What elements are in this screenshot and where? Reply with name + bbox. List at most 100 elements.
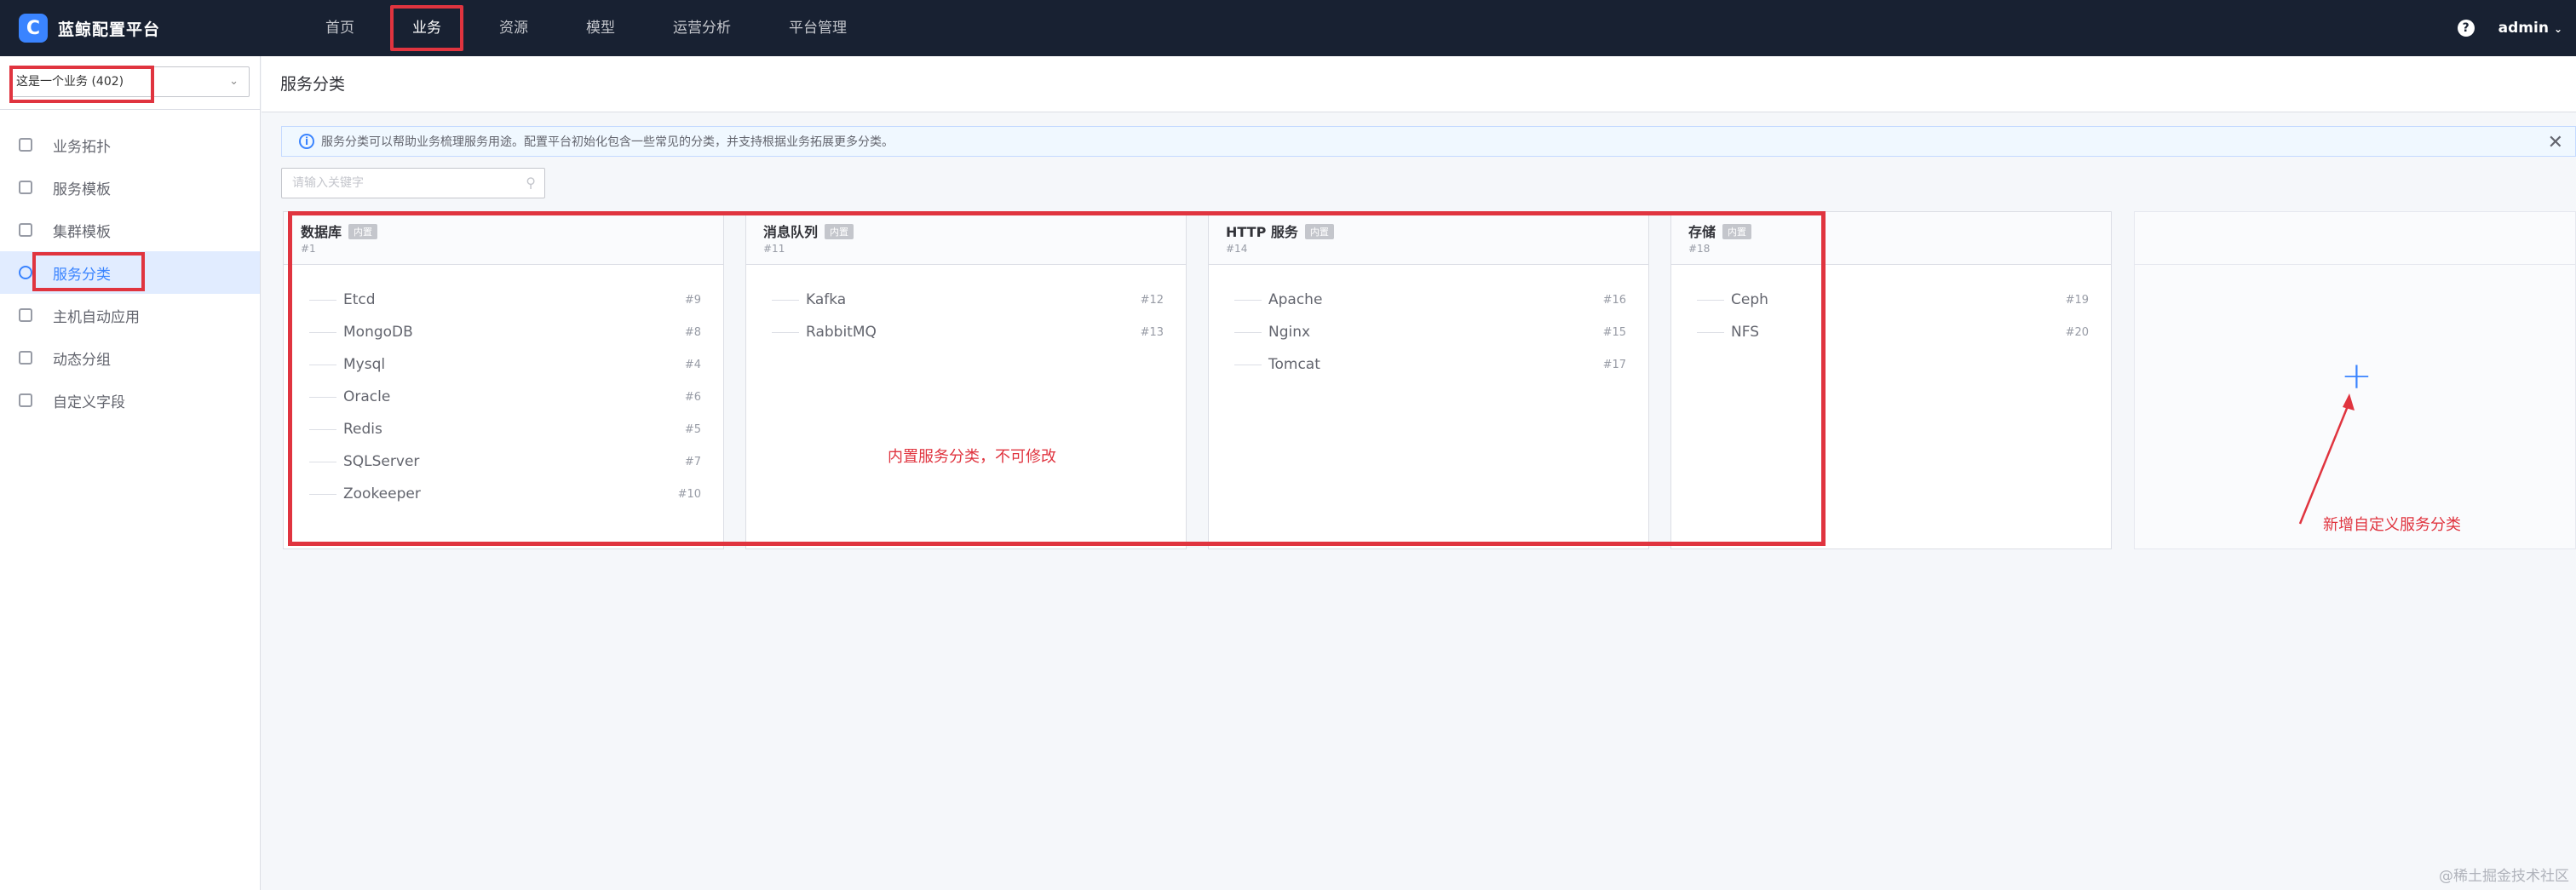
logo-icon: C <box>19 14 48 43</box>
sidebar-item-label: 动态分组 <box>53 351 111 369</box>
category-id: #1 <box>301 243 316 255</box>
subcategory-item: Ceph #19 <box>1693 284 2089 316</box>
service-template-icon <box>19 181 32 194</box>
subcategory-item: RabbitMQ #13 <box>768 316 1164 348</box>
subcategory-item: MongoDB #8 <box>306 316 701 348</box>
sidebar-item-label: 服务模板 <box>53 181 111 198</box>
sidebar-item[interactable]: 服务分类 <box>0 251 260 294</box>
cluster-template-icon <box>19 223 32 237</box>
category-card-body: Apache #16 Nginx #15 Tomcat #17 <box>1209 265 1648 381</box>
subcategory-id: #12 <box>1140 293 1164 307</box>
sidebar-item[interactable]: 动态分组 <box>0 336 260 379</box>
category-name: 数据库 <box>301 224 342 240</box>
subcategory-item: Redis #5 <box>306 413 701 445</box>
sidebar-item[interactable]: 服务模板 <box>0 166 260 209</box>
category-card: 数据库 内置 #1 Etcd #9 MongoDB #8 Mysql #4 Oracle #6 Red… <box>283 211 724 549</box>
subcategory-id: #17 <box>1602 358 1626 371</box>
subcategory-item: Zookeeper #10 <box>306 478 701 510</box>
host-auto-apply-icon <box>19 308 32 322</box>
subcategory-name: NFS <box>1731 324 1759 341</box>
business-selector-value: 这是一个业务 (402) <box>16 75 124 89</box>
alert-text: 服务分类可以帮助业务梳理服务用途。配置平台初始化包含一些常见的分类，并支持根据业… <box>321 135 894 149</box>
subcategory-item: Tomcat #17 <box>1231 348 1626 381</box>
category-card-body: Kafka #12 RabbitMQ #13 <box>746 265 1186 348</box>
subcategory-name: Apache <box>1268 291 1323 308</box>
chevron-down-icon: ⌄ <box>229 75 239 88</box>
subcategory-item: NFS #20 <box>1693 316 2089 348</box>
sidebar-item[interactable]: 自定义字段 <box>0 379 260 422</box>
builtin-badge: 内置 <box>1722 224 1752 239</box>
subcategory-name: Ceph <box>1731 291 1768 308</box>
add-annotation: 新增自定义服务分类 <box>2323 516 2461 534</box>
plus-icon[interactable]: + <box>2341 358 2372 395</box>
page-header: 服务分类 <box>262 56 2576 112</box>
sidebar-item[interactable]: 集群模板 <box>0 209 260 251</box>
nav-item[interactable]: 平台管理 <box>760 0 876 56</box>
custom-field-icon <box>19 393 32 407</box>
category-id: #11 <box>763 243 785 255</box>
user-name: admin <box>2498 20 2549 37</box>
subcategory-item: Mysql #4 <box>306 348 701 381</box>
nav-item[interactable]: 资源 <box>470 0 557 56</box>
sidebar-item-label: 自定义字段 <box>53 393 125 411</box>
subcategory-item: Etcd #9 <box>306 284 701 316</box>
subcategory-item: Kafka #12 <box>768 284 1164 316</box>
business-selector[interactable]: 这是一个业务 (402) ⌄ <box>9 66 250 103</box>
category-card-body: Etcd #9 MongoDB #8 Mysql #4 Oracle #6 Redis #5 SQL… <box>284 265 723 510</box>
category-card-header: 数据库 内置 #1 <box>284 212 723 265</box>
category-card-body: Ceph #19 NFS #20 <box>1671 265 2111 348</box>
category-name: 存储 <box>1688 224 1716 240</box>
builtin-badge: 内置 <box>348 224 378 239</box>
nav-item[interactable]: 业务 <box>383 0 470 56</box>
subcategory-id: #16 <box>1602 293 1626 307</box>
category-card-header: 消息队列 内置 #11 <box>746 212 1186 265</box>
subcategory-id: #15 <box>1602 325 1626 339</box>
subcategory-name: RabbitMQ <box>806 324 877 341</box>
subcategory-item: Apache #16 <box>1231 284 1626 316</box>
subcategory-name: Nginx <box>1268 324 1311 341</box>
category-card-header: 存储 内置 #18 <box>1671 212 2111 265</box>
chevron-down-icon: ⌄ <box>2553 23 2562 35</box>
info-icon: i <box>299 134 314 149</box>
subcategory-item: Nginx #15 <box>1231 316 1626 348</box>
search-icon[interactable]: ⚲ <box>526 169 536 198</box>
sidebar-item[interactable]: 主机自动应用 <box>0 294 260 336</box>
subcategory-item: Oracle #6 <box>306 381 701 413</box>
user-menu[interactable]: admin ⌄ <box>2498 20 2562 37</box>
subcategory-id: #20 <box>2065 325 2089 339</box>
category-card: 消息队列 内置 #11 Kafka #12 RabbitMQ #13 <box>745 211 1187 549</box>
subcategory-id: #10 <box>677 487 701 501</box>
subcategory-item: SQLServer #7 <box>306 445 701 478</box>
search-placeholder: 请输入关键字 <box>292 176 364 190</box>
builtin-annotation: 内置服务分类，不可修改 <box>888 448 1056 466</box>
sidebar-menu: 业务拓扑服务模板集群模板服务分类 主机自动应用动态分组自定义字段 <box>0 123 260 422</box>
subcategory-id: #8 <box>684 325 701 339</box>
page-title: 服务分类 <box>280 75 346 94</box>
watermark: @稀土掘金技术社区 <box>2439 868 2569 885</box>
sidebar-item-label: 业务拓扑 <box>53 138 111 156</box>
sidebar-divider <box>0 109 260 110</box>
category-card: 存储 内置 #18 Ceph #19 NFS #20 <box>1670 211 2112 549</box>
add-card-header <box>2135 212 2575 265</box>
subcategory-id: #7 <box>684 455 701 468</box>
dynamic-group-icon <box>19 351 32 365</box>
category-card: HTTP 服务 内置 #14 Apache #16 Nginx #15 Tomcat #17 <box>1208 211 1649 549</box>
annotation-arrow <box>2298 393 2355 525</box>
subcategory-id: #9 <box>684 293 701 307</box>
search-input[interactable]: 请输入关键字 ⚲ <box>281 168 545 198</box>
sidebar-item-label: 集群模板 <box>53 223 111 241</box>
subcategory-id: #4 <box>684 358 701 371</box>
subcategory-name: SQLServer <box>343 453 420 470</box>
nav-item[interactable]: 模型 <box>557 0 644 56</box>
nav-item[interactable]: 运营分析 <box>644 0 760 56</box>
help-icon[interactable]: ? <box>2457 20 2475 37</box>
subcategory-id: #19 <box>2065 293 2089 307</box>
subcategory-id: #6 <box>684 390 701 404</box>
app-logo[interactable]: C 蓝鲸配置平台 <box>19 14 296 43</box>
close-icon[interactable]: ✕ <box>2548 132 2563 153</box>
subcategory-name: Zookeeper <box>343 485 421 502</box>
app-title: 蓝鲸配置平台 <box>58 20 161 39</box>
nav-item[interactable]: 首页 <box>296 0 383 56</box>
info-alert: i 服务分类可以帮助业务梳理服务用途。配置平台初始化包含一些常见的分类，并支持根… <box>281 126 2576 157</box>
sidebar-item[interactable]: 业务拓扑 <box>0 123 260 166</box>
